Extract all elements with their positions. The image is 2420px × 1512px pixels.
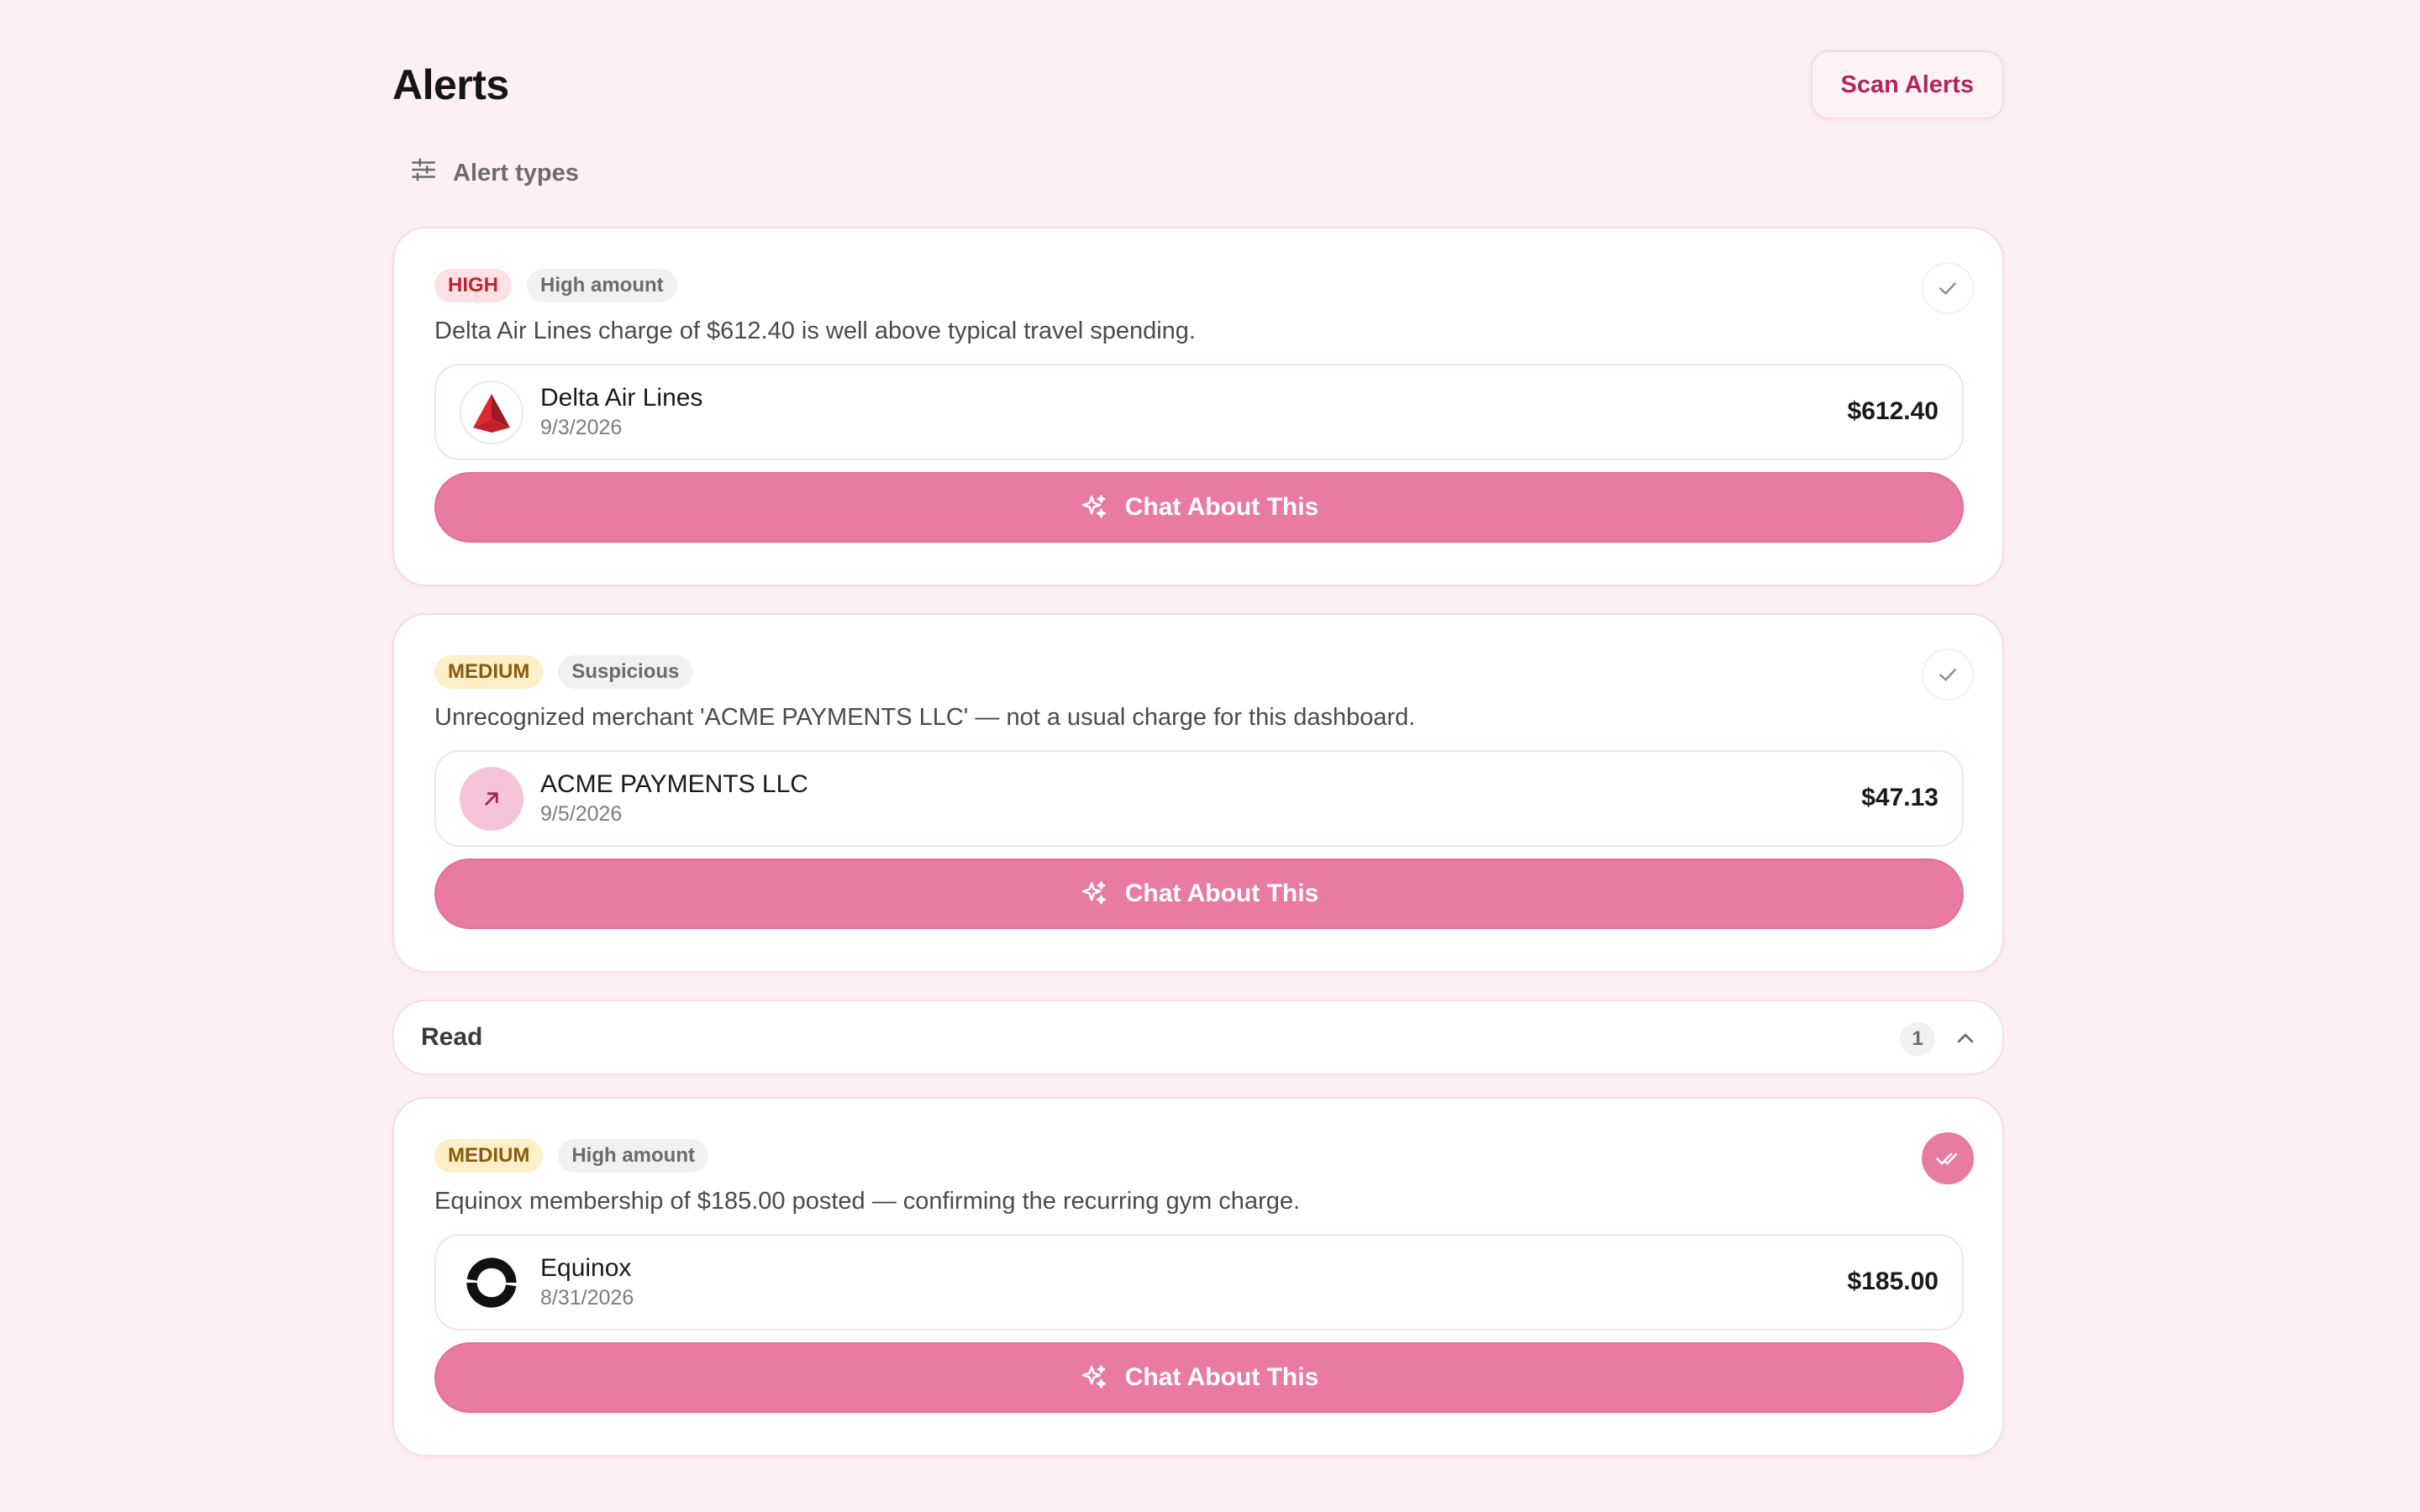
transaction-date: 8/31/2026	[540, 1286, 634, 1310]
scan-alerts-button[interactable]: Scan Alerts	[1810, 50, 2004, 119]
alerts-page: Alerts Scan Alerts Alert types HIGH High…	[392, 0, 2004, 1512]
chat-button-label: Chat About This	[1124, 879, 1319, 907]
alert-badges: HIGH High amount	[434, 269, 677, 302]
read-section-toggle[interactable]: Read 1	[392, 1000, 2004, 1075]
merchant-name: Delta Air Lines	[540, 384, 703, 412]
transaction-amount: $612.40	[1847, 397, 1939, 425]
alert-types-filter-button[interactable]: Alert types	[409, 151, 579, 195]
sparkles-icon	[1081, 881, 1106, 905]
delta-logo	[460, 381, 523, 444]
arrow-up-right-icon	[460, 767, 523, 831]
mark-as-unread-button[interactable]	[1922, 1132, 1974, 1184]
severity-badge: MEDIUM	[434, 1139, 544, 1173]
merchant-name: Equinox	[540, 1254, 632, 1282]
alert-description: Unrecognized merchant 'ACME PAYMENTS LLC…	[434, 704, 1416, 731]
alert-type-badge: High amount	[558, 1139, 708, 1173]
transaction-row[interactable]: Delta Air Lines 9/3/2026 $612.40	[434, 364, 1964, 460]
chat-button-label: Chat About This	[1124, 493, 1319, 521]
transaction-row[interactable]: ACME PAYMENTS LLC 9/5/2026 $47.13	[434, 750, 1964, 847]
chat-button-label: Chat About This	[1124, 1363, 1319, 1391]
alert-card-read: MEDIUM High amount Equinox membership of…	[392, 1097, 2004, 1457]
transaction-amount: $47.13	[1861, 784, 1939, 811]
page-title: Alerts	[392, 61, 509, 108]
alert-types-label: Alert types	[453, 159, 579, 186]
read-section-label: Read	[421, 1023, 483, 1051]
chat-about-this-button[interactable]: Chat About This	[434, 1342, 1964, 1413]
mark-as-read-button[interactable]	[1922, 262, 1974, 314]
severity-badge: HIGH	[434, 269, 512, 302]
check-icon	[1939, 282, 1956, 295]
mark-as-read-button[interactable]	[1922, 648, 1974, 701]
read-count-badge: 1	[1900, 1022, 1935, 1056]
alert-description: Equinox membership of $185.00 posted — c…	[434, 1188, 1301, 1215]
transaction-date: 9/3/2026	[540, 416, 623, 439]
severity-badge: MEDIUM	[434, 655, 544, 689]
alert-badges: MEDIUM Suspicious	[434, 655, 693, 689]
chevron-up-icon	[1957, 1033, 1974, 1043]
transaction-date: 9/5/2026	[540, 802, 623, 826]
sparkles-icon	[1081, 1365, 1106, 1389]
page-header: Alerts Scan Alerts	[392, 49, 2004, 123]
alert-card: MEDIUM Suspicious Unrecognized merchant …	[392, 613, 2004, 973]
equinox-logo	[460, 1251, 523, 1315]
merchant-name: ACME PAYMENTS LLC	[540, 770, 808, 798]
transaction-row[interactable]: Equinox 8/31/2026 $185.00	[434, 1234, 1964, 1331]
chat-about-this-button[interactable]: Chat About This	[434, 858, 1964, 929]
sparkles-icon	[1081, 495, 1106, 518]
alert-badges: MEDIUM High amount	[434, 1139, 708, 1173]
transaction-amount: $185.00	[1847, 1268, 1939, 1295]
check-icon	[1939, 669, 1956, 681]
alert-type-badge: Suspicious	[558, 655, 693, 689]
alert-type-badge: High amount	[527, 269, 677, 302]
double-check-icon	[1936, 1152, 1958, 1165]
alert-description: Delta Air Lines charge of $612.40 is wel…	[434, 318, 1196, 344]
alert-card: HIGH High amount Delta Air Lines charge …	[392, 227, 2004, 586]
chat-about-this-button[interactable]: Chat About This	[434, 472, 1964, 543]
sliders-icon	[409, 155, 438, 191]
